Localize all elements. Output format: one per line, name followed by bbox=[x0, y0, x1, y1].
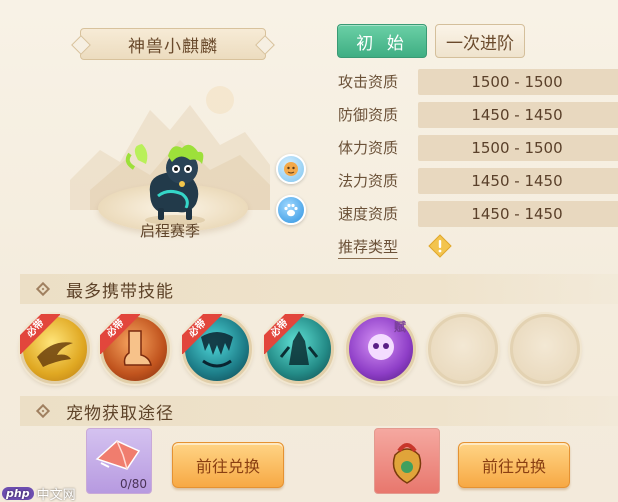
diamond-icon bbox=[35, 281, 51, 297]
paw-icon bbox=[284, 203, 298, 217]
exchange-button-2[interactable]: 前往兑换 bbox=[458, 442, 570, 488]
must-carry-tag: 必带 bbox=[100, 314, 140, 354]
stat-label: 防御资质 bbox=[338, 106, 399, 124]
season-label: 启程赛季 bbox=[139, 222, 200, 240]
pet-avatar-button[interactable] bbox=[276, 154, 306, 184]
recommend-type-link[interactable]: 推荐类型 bbox=[338, 236, 399, 259]
stat-label: 速度资质 bbox=[338, 205, 399, 223]
tab-first-advance[interactable]: 一次进阶 bbox=[435, 24, 525, 58]
stat-row-mana: 法力资质 1450 - 1450 bbox=[338, 168, 618, 194]
stat-value: 1500 - 1500 bbox=[418, 69, 618, 95]
stat-row-attack: 攻击资质 1500 - 1500 bbox=[338, 69, 618, 95]
pouch-item-slot[interactable] bbox=[374, 428, 440, 494]
site-watermark: php 中文网 bbox=[2, 484, 76, 502]
stat-row-defense: 防御资质 1450 - 1450 bbox=[338, 102, 618, 128]
watermark-badge: php bbox=[2, 486, 34, 500]
section-title: 宠物获取途径 bbox=[66, 403, 174, 424]
fu-tag: 赋 bbox=[394, 320, 407, 334]
must-carry-tag: 必带 bbox=[182, 314, 222, 354]
crystal-item-slot[interactable]: 0/80 bbox=[86, 428, 152, 494]
must-carry-ribbon: 必带 bbox=[182, 314, 222, 354]
qilin-pet-figure[interactable] bbox=[120, 138, 220, 228]
item-count: 0/80 bbox=[120, 477, 147, 491]
acquire-section-header: 宠物获取途径 bbox=[20, 396, 618, 426]
must-carry-ribbon: 必带 bbox=[20, 314, 60, 354]
must-carry-ribbon: 必带 bbox=[264, 314, 304, 354]
must-carry-tag: 必带 bbox=[20, 314, 60, 354]
info-diamond-icon[interactable] bbox=[428, 234, 452, 258]
skill-slot-empty[interactable] bbox=[510, 314, 580, 384]
diamond-icon bbox=[35, 403, 51, 419]
stat-value: 1450 - 1450 bbox=[418, 102, 618, 128]
stat-value: 1500 - 1500 bbox=[418, 135, 618, 161]
stat-value: 1450 - 1450 bbox=[418, 168, 618, 194]
pet-detail-panel: 神兽小麒麟 启程赛季 初 始 一次进阶 攻击资质 1500 - 1500 防御资… bbox=[0, 0, 618, 502]
stat-row-speed: 速度资质 1450 - 1450 bbox=[338, 201, 618, 227]
stat-row-stamina: 体力资质 1500 - 1500 bbox=[338, 135, 618, 161]
must-carry-tag: 必带 bbox=[264, 314, 304, 354]
pet-name: 神兽小麒麟 bbox=[128, 36, 218, 57]
watermark-text: 中文网 bbox=[36, 487, 76, 502]
section-title: 最多携带技能 bbox=[66, 281, 174, 302]
paw-button[interactable] bbox=[276, 195, 306, 225]
stat-label: 攻击资质 bbox=[338, 73, 399, 91]
stat-label: 体力资质 bbox=[338, 139, 399, 157]
pouch-bag-icon bbox=[392, 443, 422, 484]
exchange-button-1[interactable]: 前往兑换 bbox=[172, 442, 284, 488]
stat-label: 法力资质 bbox=[338, 172, 399, 190]
skills-section-header: 最多携带技能 bbox=[20, 274, 618, 304]
tab-initial[interactable]: 初 始 bbox=[337, 24, 427, 58]
pet-name-banner: 神兽小麒麟 bbox=[80, 28, 266, 60]
skill-slot-empty[interactable] bbox=[428, 314, 498, 384]
stat-value: 1450 - 1450 bbox=[418, 201, 618, 227]
pet-face-icon bbox=[284, 162, 298, 176]
must-carry-ribbon: 必带 bbox=[100, 314, 140, 354]
